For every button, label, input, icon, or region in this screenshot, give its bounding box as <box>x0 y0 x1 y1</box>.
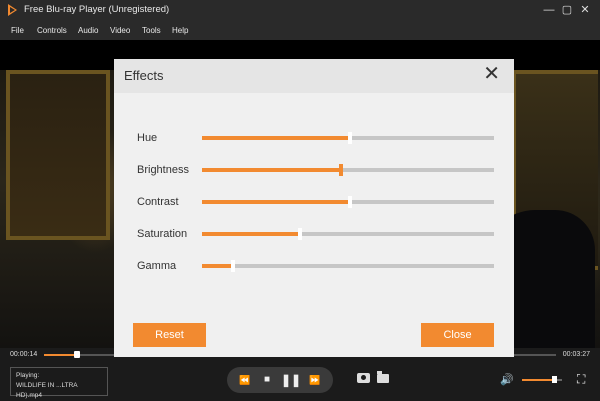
seek-handle[interactable] <box>74 351 80 358</box>
menu-file[interactable]: File <box>11 26 24 35</box>
menu-bar: File Controls Audio Video Tools Help <box>0 20 600 40</box>
video-content <box>6 70 110 240</box>
now-playing-box: Playing: WILDLIFE IN ...LTRA HD).mp4 <box>10 367 108 399</box>
brightness-handle[interactable] <box>339 164 343 176</box>
effects-dialog: Effects ✕ Hue Brightness Contrast Satura… <box>114 59 514 357</box>
gamma-label: Gamma <box>137 260 177 272</box>
volume-handle[interactable] <box>552 376 557 383</box>
volume-speaker-icon[interactable]: 🔊 <box>500 373 514 386</box>
fullscreen-icon[interactable]: ⛶ <box>577 372 585 387</box>
total-time: 00:03:27 <box>562 351 590 358</box>
brightness-fill <box>202 168 339 172</box>
now-playing-label: Playing: <box>16 372 40 379</box>
pause-icon[interactable]: ❚❚ <box>280 367 302 393</box>
hue-handle[interactable] <box>348 132 352 144</box>
dialog-close-icon[interactable]: ✕ <box>483 64 500 84</box>
close-button[interactable]: Close <box>421 323 494 347</box>
now-playing-file: WILDLIFE IN ...LTRA HD).mp4 <box>16 382 78 399</box>
contrast-handle[interactable] <box>348 196 352 208</box>
app-logo-icon <box>8 4 17 16</box>
window-title: Free Blu-ray Player (Unregistered) <box>24 4 170 15</box>
stop-icon[interactable]: ■ <box>258 367 276 393</box>
maximize-button[interactable]: ▢ <box>560 3 574 17</box>
dialog-title: Effects <box>124 68 164 83</box>
gamma-slider[interactable] <box>202 264 494 268</box>
gamma-handle[interactable] <box>231 260 235 272</box>
hue-fill <box>202 136 348 140</box>
saturation-label: Saturation <box>137 228 188 240</box>
gamma-fill <box>202 264 231 268</box>
brightness-label: Brightness <box>137 164 189 176</box>
menu-controls[interactable]: Controls <box>37 26 67 35</box>
control-bar: Playing: WILDLIFE IN ...LTRA HD).mp4 ⏪ ■… <box>0 362 600 401</box>
snapshot-camera-icon[interactable] <box>357 373 370 383</box>
seek-progress <box>44 354 76 356</box>
close-window-button[interactable]: ✕ <box>578 3 592 17</box>
rewind-icon[interactable]: ⏪ <box>235 367 255 393</box>
dialog-header: Effects ✕ <box>114 59 514 93</box>
reset-button[interactable]: Reset <box>133 323 206 347</box>
minimize-button[interactable]: — <box>542 3 556 17</box>
menu-tools[interactable]: Tools <box>142 26 161 35</box>
menu-video[interactable]: Video <box>110 26 130 35</box>
fast-forward-icon[interactable]: ⏩ <box>305 367 325 393</box>
contrast-fill <box>202 200 348 204</box>
menu-audio[interactable]: Audio <box>78 26 98 35</box>
contrast-label: Contrast <box>137 196 179 208</box>
transport-controls: ⏪ ■ ❚❚ ⏩ <box>227 367 333 393</box>
saturation-fill <box>202 232 298 236</box>
menu-help[interactable]: Help <box>172 26 188 35</box>
saturation-handle[interactable] <box>298 228 302 240</box>
current-time: 00:00:14 <box>10 351 38 358</box>
title-bar: Free Blu-ray Player (Unregistered) — ▢ ✕ <box>0 0 600 20</box>
volume-level <box>522 379 554 381</box>
folder-icon[interactable] <box>377 371 389 383</box>
hue-label: Hue <box>137 132 158 144</box>
